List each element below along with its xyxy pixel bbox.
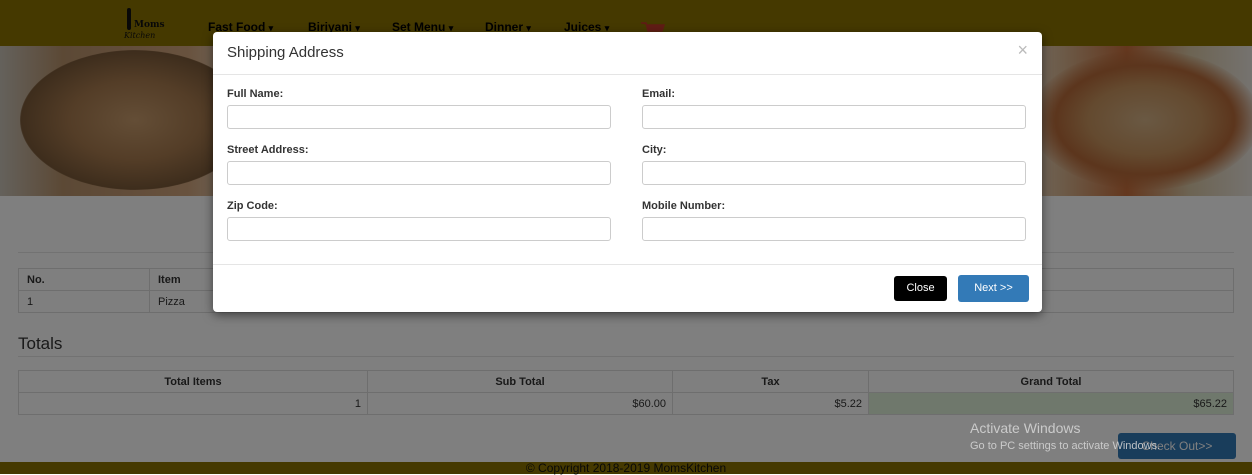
email-label: Email:	[642, 88, 676, 100]
email-input[interactable]	[642, 105, 1026, 129]
mobile-number-input[interactable]	[642, 217, 1026, 241]
activate-windows-subtitle: Go to PC settings to activate Windows.	[970, 440, 1161, 452]
modal-footer-divider	[213, 264, 1042, 265]
activate-windows-title: Activate Windows	[970, 420, 1081, 436]
street-address-input[interactable]	[227, 161, 611, 185]
mobile-number-label: Mobile Number:	[642, 200, 726, 212]
street-address-label: Street Address:	[227, 144, 309, 156]
next-button[interactable]: Next >>	[958, 275, 1029, 302]
zip-code-label: Zip Code:	[227, 200, 278, 212]
shipping-address-modal: Shipping Address × Full Name: Email: Str…	[213, 32, 1042, 312]
city-input[interactable]	[642, 161, 1026, 185]
full-name-label: Full Name:	[227, 88, 284, 100]
close-icon[interactable]: ×	[1017, 40, 1028, 61]
modal-title: Shipping Address	[227, 44, 344, 61]
modal-header: Shipping Address ×	[213, 32, 1042, 75]
full-name-input[interactable]	[227, 105, 611, 129]
city-label: City:	[642, 144, 667, 156]
zip-code-input[interactable]	[227, 217, 611, 241]
close-button[interactable]: Close	[894, 276, 947, 301]
